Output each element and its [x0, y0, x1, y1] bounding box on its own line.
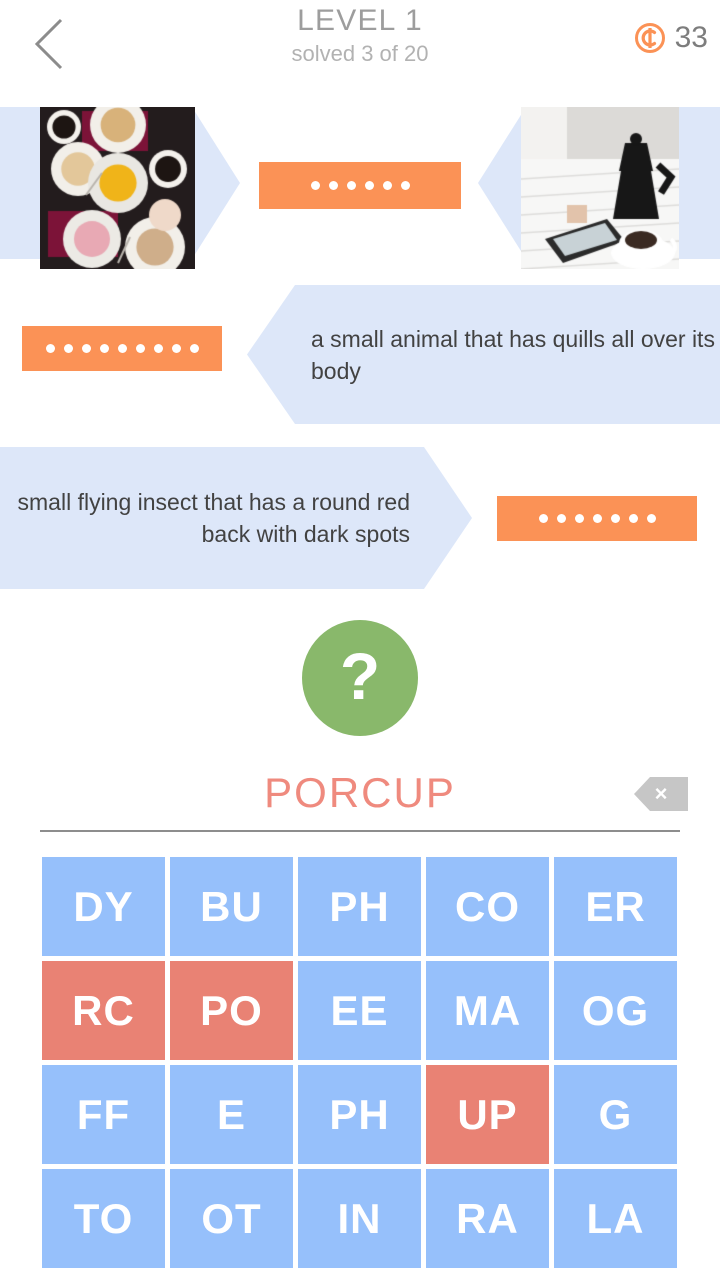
letter-tile[interactable]: OG [554, 961, 677, 1060]
answer-slot-2[interactable] [22, 326, 222, 371]
answer-dot [189, 344, 199, 353]
letter-tile[interactable]: RC [42, 961, 165, 1060]
answer-input-area: PORCUP × [0, 765, 720, 835]
answer-slot-3[interactable] [497, 496, 697, 541]
clue-image-coffeemaker[interactable] [521, 107, 679, 269]
coin-icon [634, 23, 665, 53]
letter-tile[interactable]: PH [298, 1065, 421, 1164]
puzzle-rows: a small animal that has quills all over … [0, 95, 720, 597]
back-button[interactable] [18, 8, 80, 80]
answer-dot [610, 514, 620, 523]
answer-dot [81, 344, 91, 353]
coin-count-label: 33 [674, 21, 708, 54]
answer-dot [400, 181, 410, 190]
letter-tile[interactable]: RA [426, 1169, 549, 1268]
letter-tile[interactable]: UP [426, 1065, 549, 1164]
page-title: LEVEL 1 [297, 4, 423, 37]
letter-tile[interactable]: E [170, 1065, 293, 1164]
clue-text-row3: small flying insect that has a round red… [0, 447, 472, 589]
answer-dot [538, 514, 548, 523]
letter-tile[interactable]: PH [298, 857, 421, 956]
answer-slot-1[interactable] [259, 162, 461, 209]
letter-tile[interactable]: EE [298, 961, 421, 1060]
game-screen: LEVEL 1 solved 3 of 20 33 a small animal… [0, 0, 720, 1280]
letter-tile[interactable]: DY [42, 857, 165, 956]
answer-dot [646, 514, 656, 523]
answer-dot [45, 344, 55, 353]
letter-tile[interactable]: OT [170, 1169, 293, 1268]
answer-dots-1 [310, 181, 410, 190]
puzzle-row-2: a small animal that has quills all over … [0, 285, 720, 437]
question-mark-icon: ? [339, 639, 381, 713]
letter-tile-grid: DY BU PH CO ER RC PO EE MA OG FF E PH UP G TO OT IN RA LA [42, 857, 679, 1268]
answer-dot [592, 514, 602, 523]
letter-tile[interactable]: ER [554, 857, 677, 956]
letter-tile[interactable]: IN [298, 1169, 421, 1268]
letter-tile[interactable]: CO [426, 857, 549, 956]
input-underline [40, 830, 680, 832]
letter-tile[interactable]: LA [554, 1169, 677, 1268]
answer-dot [310, 181, 320, 190]
hint-button[interactable]: ? [302, 620, 418, 736]
clue-image-breakfast[interactable] [40, 107, 195, 269]
progress-subtitle: solved 3 of 20 [291, 41, 429, 66]
clue-text-row3-label: small flying insect that has a round red… [17, 489, 410, 547]
answer-dot [153, 344, 163, 353]
answer-dots-3 [538, 514, 656, 523]
answer-dot [628, 514, 638, 523]
answer-dot [382, 181, 392, 190]
puzzle-row-3: small flying insect that has a round red… [0, 437, 720, 597]
header-bar: LEVEL 1 solved 3 of 20 33 [0, 0, 720, 92]
header-title-block: LEVEL 1 solved 3 of 20 [180, 4, 540, 68]
coin-counter[interactable]: 33 [634, 16, 708, 60]
answer-dot [63, 344, 73, 353]
chevron-left-icon [34, 18, 63, 70]
answer-dot [574, 514, 584, 523]
answer-dot [117, 344, 127, 353]
letter-tile[interactable]: FF [42, 1065, 165, 1164]
letter-tile[interactable]: G [554, 1065, 677, 1164]
close-icon: × [654, 781, 668, 806]
answer-dot [346, 181, 356, 190]
puzzle-row-1 [0, 95, 720, 285]
clue-text-row2-label: a small animal that has quills all over … [311, 325, 715, 384]
answer-dot [171, 344, 181, 353]
breakfast-photo [40, 107, 195, 269]
letter-tile[interactable]: TO [42, 1169, 165, 1268]
letter-tile[interactable]: PO [170, 961, 293, 1060]
answer-dot [364, 181, 374, 190]
answer-dots-2 [45, 344, 199, 353]
clue-text-row2: a small animal that has quills all over … [247, 285, 720, 424]
answer-dot [99, 344, 109, 353]
typed-answer-text[interactable]: PORCUP [0, 765, 720, 821]
letter-tile[interactable]: MA [426, 961, 549, 1060]
letter-tile[interactable]: BU [170, 857, 293, 956]
answer-dot [135, 344, 145, 353]
coffeemaker-photo [521, 107, 679, 269]
answer-dot [328, 181, 338, 190]
answer-dot [556, 514, 566, 523]
